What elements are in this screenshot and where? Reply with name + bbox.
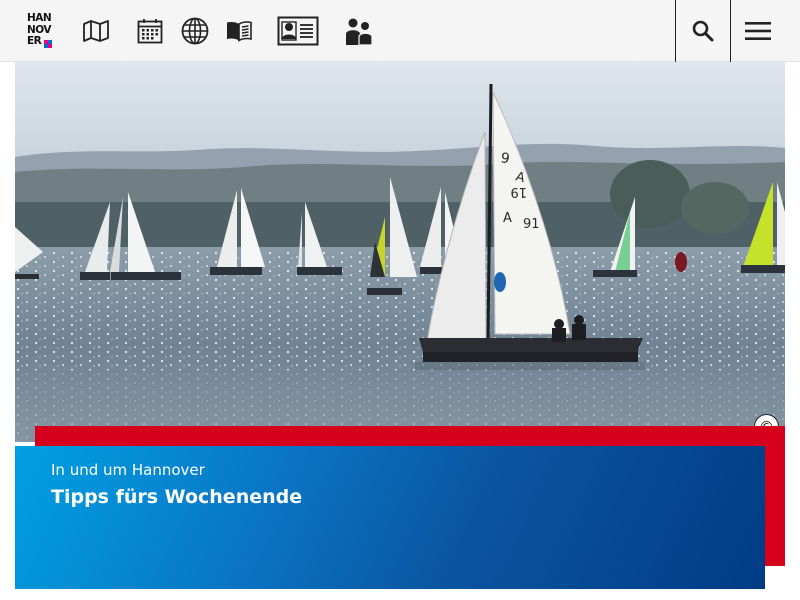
hero-image-sailboats: 9 A 19 A 91 [15,62,785,442]
people-icon[interactable] [343,14,375,48]
teaser-title[interactable]: Tipps fürs Wochenende [51,486,302,508]
teaser-card[interactable]: In und um Hannover Tipps fürs Wochenende [15,446,765,589]
book-icon[interactable] [225,14,253,48]
map-icon[interactable] [82,14,110,48]
logo-line-3: ER [27,35,42,47]
hannover-logo[interactable]: HAN NOV ER [27,12,57,51]
hamburger-menu-icon [745,22,771,40]
calendar-icon[interactable] [136,14,164,48]
globe-icon[interactable] [180,14,210,48]
search-icon [692,20,714,42]
svg-text:91: 91 [523,217,540,232]
teaser-subtitle: In und um Hannover [51,461,205,479]
logo-mark-icon [44,40,52,48]
svg-text:19: 19 [510,184,527,199]
site-header: HAN NOV ER [0,0,800,62]
id-card-icon[interactable] [277,14,319,48]
logo-line-1: HAN [27,12,52,24]
search-button[interactable] [676,0,730,62]
menu-button[interactable] [731,0,785,62]
svg-text:A: A [503,211,512,226]
